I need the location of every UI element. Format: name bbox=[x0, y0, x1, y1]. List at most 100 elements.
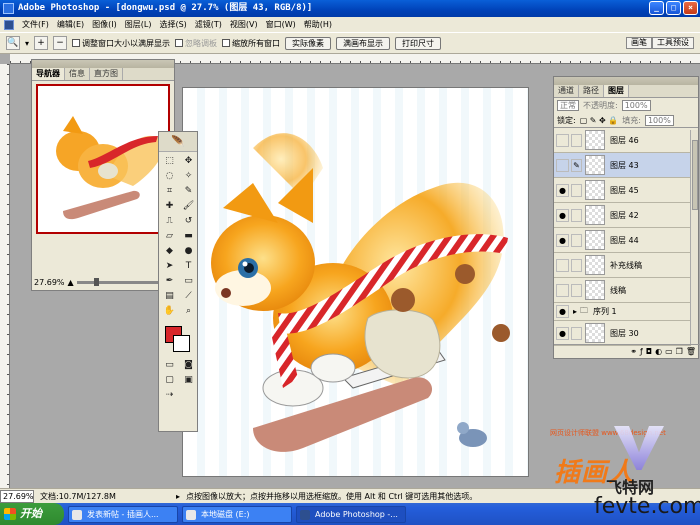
print-size-button[interactable]: 打印尺寸 bbox=[395, 36, 442, 50]
start-button[interactable]: 开始 bbox=[0, 503, 64, 525]
zoom-out-icon[interactable]: − bbox=[53, 36, 68, 50]
navigator-zoom-slider[interactable] bbox=[76, 277, 163, 286]
taskbar-item-explorer[interactable]: 本地磁盘 (E:) bbox=[182, 505, 292, 523]
eyedropper-tool-icon[interactable]: ⟋ bbox=[180, 289, 197, 303]
screen-mode-full-icon[interactable]: ▣ bbox=[180, 373, 197, 387]
new-group-icon[interactable]: ▭ bbox=[665, 347, 673, 356]
marquee-tool-icon[interactable]: ⬚ bbox=[161, 154, 178, 168]
fill-input[interactable]: 100% bbox=[644, 114, 674, 126]
tab-layers[interactable]: 图层 bbox=[604, 85, 629, 97]
imageready-jump-icon[interactable]: ⇢ bbox=[161, 388, 178, 402]
visibility-toggle[interactable] bbox=[556, 283, 569, 297]
screen-mode-standard-icon[interactable]: ▢ bbox=[161, 373, 178, 387]
eye-icon[interactable]: ● bbox=[556, 233, 569, 247]
layers-scrollbar[interactable] bbox=[690, 130, 698, 345]
fit-screen-button[interactable]: 满画布显示 bbox=[336, 36, 391, 50]
visibility-toggle[interactable] bbox=[556, 258, 569, 272]
brush-tool-icon[interactable]: 🖌 bbox=[180, 199, 197, 213]
eye-icon[interactable]: ● bbox=[556, 326, 569, 340]
zoom-in-icon[interactable]: + bbox=[34, 36, 49, 50]
layer-row[interactable]: ● 图层 44 bbox=[554, 228, 691, 253]
layer-link-toggle[interactable] bbox=[571, 208, 582, 222]
menu-file[interactable]: 文件(F) bbox=[22, 19, 49, 30]
menu-layer[interactable]: 图层(L) bbox=[125, 19, 152, 30]
tool-preset-arrow-icon[interactable]: ▾ bbox=[25, 39, 29, 48]
brush-link-icon[interactable]: ✎ bbox=[571, 158, 582, 172]
tab-histogram[interactable]: 直方图 bbox=[90, 68, 123, 80]
tab-info[interactable]: 信息 bbox=[65, 68, 90, 80]
layer-mask-icon[interactable]: ◘ bbox=[646, 347, 652, 356]
menu-image[interactable]: 图像(I) bbox=[92, 19, 117, 30]
layer-style-icon[interactable]: ƒ bbox=[640, 347, 643, 356]
status-arrow-icon[interactable]: ▸ bbox=[176, 492, 180, 501]
tab-paths[interactable]: 路径 bbox=[579, 85, 604, 97]
visibility-toggle[interactable] bbox=[556, 133, 569, 147]
close-button[interactable]: × bbox=[683, 1, 698, 15]
layer-row[interactable]: 线稿 bbox=[554, 278, 691, 303]
link-layers-icon[interactable]: ⚭ bbox=[630, 347, 637, 356]
type-tool-icon[interactable]: T bbox=[180, 259, 197, 273]
resize-windows-checkbox[interactable]: 调整窗口大小以满屏显示 bbox=[72, 38, 170, 49]
zoom-out-small-icon[interactable]: ▲ bbox=[68, 278, 74, 287]
navigator-palette-header[interactable] bbox=[32, 60, 174, 68]
menu-view[interactable]: 视图(V) bbox=[230, 19, 258, 30]
standard-mode-icon[interactable]: ▭ bbox=[161, 358, 178, 372]
layer-row[interactable]: ● 图层 30 bbox=[554, 321, 691, 346]
clone-stamp-icon[interactable]: ⎍ bbox=[161, 214, 178, 228]
layer-link-toggle[interactable] bbox=[571, 283, 582, 297]
crop-tool-icon[interactable]: ⌗ bbox=[161, 184, 178, 198]
healing-brush-icon[interactable]: ✚ bbox=[161, 199, 178, 213]
navigator-zoom-value[interactable]: 27.69% bbox=[34, 278, 65, 287]
zoom-all-checkbox[interactable]: 缩放所有窗口 bbox=[222, 38, 280, 49]
dodge-tool-icon[interactable]: ● bbox=[180, 244, 197, 258]
lasso-tool-icon[interactable]: ◌ bbox=[161, 169, 178, 183]
eye-icon[interactable]: ● bbox=[556, 208, 569, 222]
adjustment-layer-icon[interactable]: ◐ bbox=[655, 347, 662, 356]
layer-row[interactable]: ● 图层 45 bbox=[554, 178, 691, 203]
layer-row[interactable]: ● 图层 42 bbox=[554, 203, 691, 228]
zoom-tool-icon[interactable]: 🔍 bbox=[6, 36, 20, 50]
eye-icon[interactable]: ● bbox=[556, 305, 569, 318]
move-tool-icon[interactable]: ✥ bbox=[180, 154, 197, 168]
vertical-ruler[interactable] bbox=[0, 64, 10, 488]
layers-palette-header[interactable] bbox=[554, 77, 698, 85]
layer-link-toggle[interactable] bbox=[571, 258, 582, 272]
menu-select[interactable]: 选择(S) bbox=[159, 19, 186, 30]
menu-window[interactable]: 窗口(W) bbox=[266, 19, 296, 30]
layer-link-toggle[interactable] bbox=[571, 183, 582, 197]
tab-tool-presets[interactable]: 工具预设 bbox=[652, 37, 694, 49]
background-color-swatch[interactable] bbox=[173, 335, 190, 352]
minimize-button[interactable]: _ bbox=[649, 1, 664, 15]
document-canvas[interactable] bbox=[183, 88, 528, 476]
path-select-icon[interactable]: ➤ bbox=[161, 259, 178, 273]
lock-icons[interactable]: ▢ ✎ ✥ 🔒 bbox=[580, 116, 619, 125]
eraser-tool-icon[interactable]: ▱ bbox=[161, 229, 178, 243]
navigator-thumbnail[interactable] bbox=[36, 84, 170, 234]
menu-filter[interactable]: 滤镜(T) bbox=[195, 19, 222, 30]
layer-link-toggle[interactable] bbox=[571, 133, 582, 147]
notes-tool-icon[interactable]: ▤ bbox=[161, 289, 178, 303]
ignore-palettes-checkbox[interactable]: 忽略调板 bbox=[175, 38, 217, 49]
layer-group-row[interactable]: ● ▸ 🗀 序列 1 bbox=[554, 303, 691, 321]
expand-triangle-icon[interactable]: ▸ bbox=[573, 307, 577, 316]
delete-layer-icon[interactable]: 🗑 bbox=[686, 347, 696, 356]
opacity-input[interactable]: 100% bbox=[621, 100, 651, 111]
gradient-tool-icon[interactable]: ▬ bbox=[180, 229, 197, 243]
slice-tool-icon[interactable]: ✎ bbox=[180, 184, 197, 198]
eye-icon[interactable]: ● bbox=[556, 183, 569, 197]
blend-mode-select[interactable]: 正常 bbox=[557, 100, 579, 111]
tab-navigator[interactable]: 导航器 bbox=[32, 68, 65, 80]
menu-help[interactable]: 帮助(H) bbox=[304, 19, 332, 30]
layer-link-toggle[interactable] bbox=[571, 326, 582, 340]
tab-channels[interactable]: 通道 bbox=[554, 85, 579, 97]
taskbar-item-photoshop[interactable]: Adobe Photoshop -... bbox=[296, 505, 406, 523]
history-brush-icon[interactable]: ↺ bbox=[180, 214, 197, 228]
magic-wand-tool-icon[interactable]: ✧ bbox=[180, 169, 197, 183]
hand-tool-icon[interactable]: ✋ bbox=[161, 304, 178, 318]
shape-tool-icon[interactable]: ▭ bbox=[180, 274, 197, 288]
layer-link-toggle[interactable] bbox=[571, 233, 582, 247]
document-size[interactable]: 文档:10.7M/127.8M bbox=[40, 491, 170, 502]
tab-brushes[interactable]: 画笔 bbox=[626, 37, 652, 49]
layer-row[interactable]: 图层 46 bbox=[554, 128, 691, 153]
maximize-button[interactable]: □ bbox=[666, 1, 681, 15]
